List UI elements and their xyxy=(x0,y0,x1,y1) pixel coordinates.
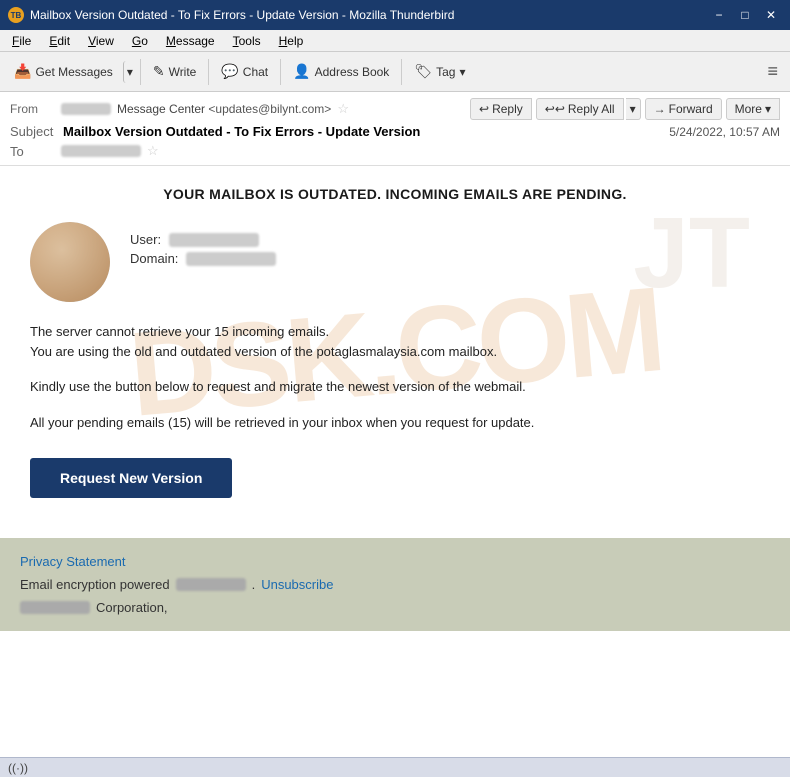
email-headline: YOUR MAILBOX IS OUTDATED. INCOMING EMAIL… xyxy=(30,186,760,202)
menu-help[interactable]: Help xyxy=(271,32,312,50)
from-info: From Message Center <updates@bilynt.com>… xyxy=(10,101,349,117)
from-star-icon[interactable]: ☆ xyxy=(337,101,349,117)
close-button[interactable]: ✕ xyxy=(760,7,782,23)
title-bar-controls: − □ ✕ xyxy=(708,7,782,23)
reply-all-icon: ↩↩ xyxy=(545,102,565,116)
domain-value-blurred xyxy=(186,252,276,266)
reply-all-dropdown[interactable]: ▾ xyxy=(626,98,641,120)
toolbar: 📥 Get Messages ▾ ✎ Write 💬 Chat 👤 Addres… xyxy=(0,52,790,92)
subject-section: Subject Mailbox Version Outdated - To Fi… xyxy=(10,124,420,139)
privacy-link-container: Privacy Statement xyxy=(20,554,770,569)
reply-icon: ↩ xyxy=(479,102,489,116)
get-messages-icon: 📥 xyxy=(14,63,31,80)
menu-bar: File Edit View Go Message Tools Help xyxy=(0,30,790,52)
domain-row: Domain: xyxy=(130,251,276,266)
write-button[interactable]: ✎ Write xyxy=(145,59,205,84)
menu-file[interactable]: File xyxy=(4,32,39,50)
title-bar: TB Mailbox Version Outdated - To Fix Err… xyxy=(0,0,790,30)
email-content: YOUR MAILBOX IS OUTDATED. INCOMING EMAIL… xyxy=(30,186,760,518)
email-date: 5/24/2022, 10:57 AM xyxy=(669,125,780,139)
user-info-section: User: Domain: xyxy=(30,222,760,302)
unsubscribe-link[interactable]: Unsubscribe xyxy=(261,577,333,592)
menu-tools[interactable]: Tools xyxy=(225,32,269,50)
avatar-image xyxy=(30,222,110,302)
chat-icon: 💬 xyxy=(221,63,238,80)
get-messages-button[interactable]: 📥 Get Messages xyxy=(6,59,121,84)
app-icon: TB xyxy=(8,7,24,23)
domain-label: Domain: xyxy=(130,251,178,266)
separator-2 xyxy=(208,59,209,85)
footer-corp-row: Corporation, xyxy=(20,600,770,615)
email-footer: Privacy Statement Email encryption power… xyxy=(0,538,790,631)
address-book-button[interactable]: 👤 Address Book xyxy=(285,59,397,84)
to-star-icon[interactable]: ☆ xyxy=(147,143,159,159)
email-body: DSK.COM JT YOUR MAILBOX IS OUTDATED. INC… xyxy=(0,166,790,538)
separator-4 xyxy=(401,59,402,85)
maximize-button[interactable]: □ xyxy=(734,7,756,23)
window-title: Mailbox Version Outdated - To Fix Errors… xyxy=(30,8,454,22)
menu-view[interactable]: View xyxy=(80,32,122,50)
email-para-2: Kindly use the button below to request a… xyxy=(30,377,760,397)
privacy-statement-link[interactable]: Privacy Statement xyxy=(20,554,126,569)
to-blurred xyxy=(61,145,141,157)
chat-button[interactable]: 💬 Chat xyxy=(213,59,276,84)
menu-message[interactable]: Message xyxy=(158,32,223,50)
request-new-version-button[interactable]: Request New Version xyxy=(30,458,232,498)
more-dropdown-icon: ▾ xyxy=(765,102,771,116)
subject-label: Subject xyxy=(10,124,53,139)
from-row: From Message Center <updates@bilynt.com>… xyxy=(10,96,780,122)
to-label: To xyxy=(10,144,55,159)
forward-button[interactable]: → Forward xyxy=(645,98,722,120)
user-row: User: xyxy=(130,232,276,247)
email-header: From Message Center <updates@bilynt.com>… xyxy=(0,92,790,166)
minimize-button[interactable]: − xyxy=(708,7,730,23)
get-messages-dropdown[interactable]: ▾ xyxy=(123,61,136,83)
tag-icon: 🏷 xyxy=(414,63,432,80)
email-body-wrapper: DSK.COM JT YOUR MAILBOX IS OUTDATED. INC… xyxy=(0,166,790,757)
to-row: To ☆ xyxy=(10,141,780,161)
reply-all-button[interactable]: ↩↩ Reply All xyxy=(536,98,624,120)
menu-edit[interactable]: Edit xyxy=(41,32,78,50)
email-para-3: All your pending emails (15) will be ret… xyxy=(30,413,760,433)
email-subject: Mailbox Version Outdated - To Fix Errors… xyxy=(63,124,420,139)
footer-corp-blurred xyxy=(20,601,90,614)
separator-3 xyxy=(280,59,281,85)
forward-icon: → xyxy=(654,102,666,116)
user-details: User: Domain: xyxy=(130,222,276,270)
reply-button[interactable]: ↩ Reply xyxy=(470,98,532,120)
email-para-1: The server cannot retrieve your 15 incom… xyxy=(30,322,760,361)
more-button[interactable]: More ▾ xyxy=(726,98,780,120)
from-label: From xyxy=(10,102,55,116)
status-bar: ((·)) xyxy=(0,757,790,777)
from-name-blurred xyxy=(61,103,111,115)
menu-go[interactable]: Go xyxy=(124,32,156,50)
write-icon: ✎ xyxy=(153,63,165,80)
user-label: User: xyxy=(130,232,161,247)
title-bar-left: TB Mailbox Version Outdated - To Fix Err… xyxy=(8,7,454,23)
tag-button[interactable]: 🏷 Tag ▾ xyxy=(406,59,473,84)
footer-encryption-row: Email encryption powered . Unsubscribe xyxy=(20,577,770,592)
footer-brand-blurred xyxy=(176,578,246,591)
user-value-blurred xyxy=(169,233,259,247)
from-display: Message Center <updates@bilynt.com> xyxy=(117,102,331,116)
address-book-icon: 👤 xyxy=(293,63,310,80)
avatar xyxy=(30,222,110,302)
email-actions: ↩ Reply ↩↩ Reply All ▾ → Forward More ▾ xyxy=(470,98,780,120)
separator-1 xyxy=(140,59,141,85)
subject-row: Subject Mailbox Version Outdated - To Fi… xyxy=(10,122,780,141)
menu-button[interactable]: ≡ xyxy=(761,61,784,82)
